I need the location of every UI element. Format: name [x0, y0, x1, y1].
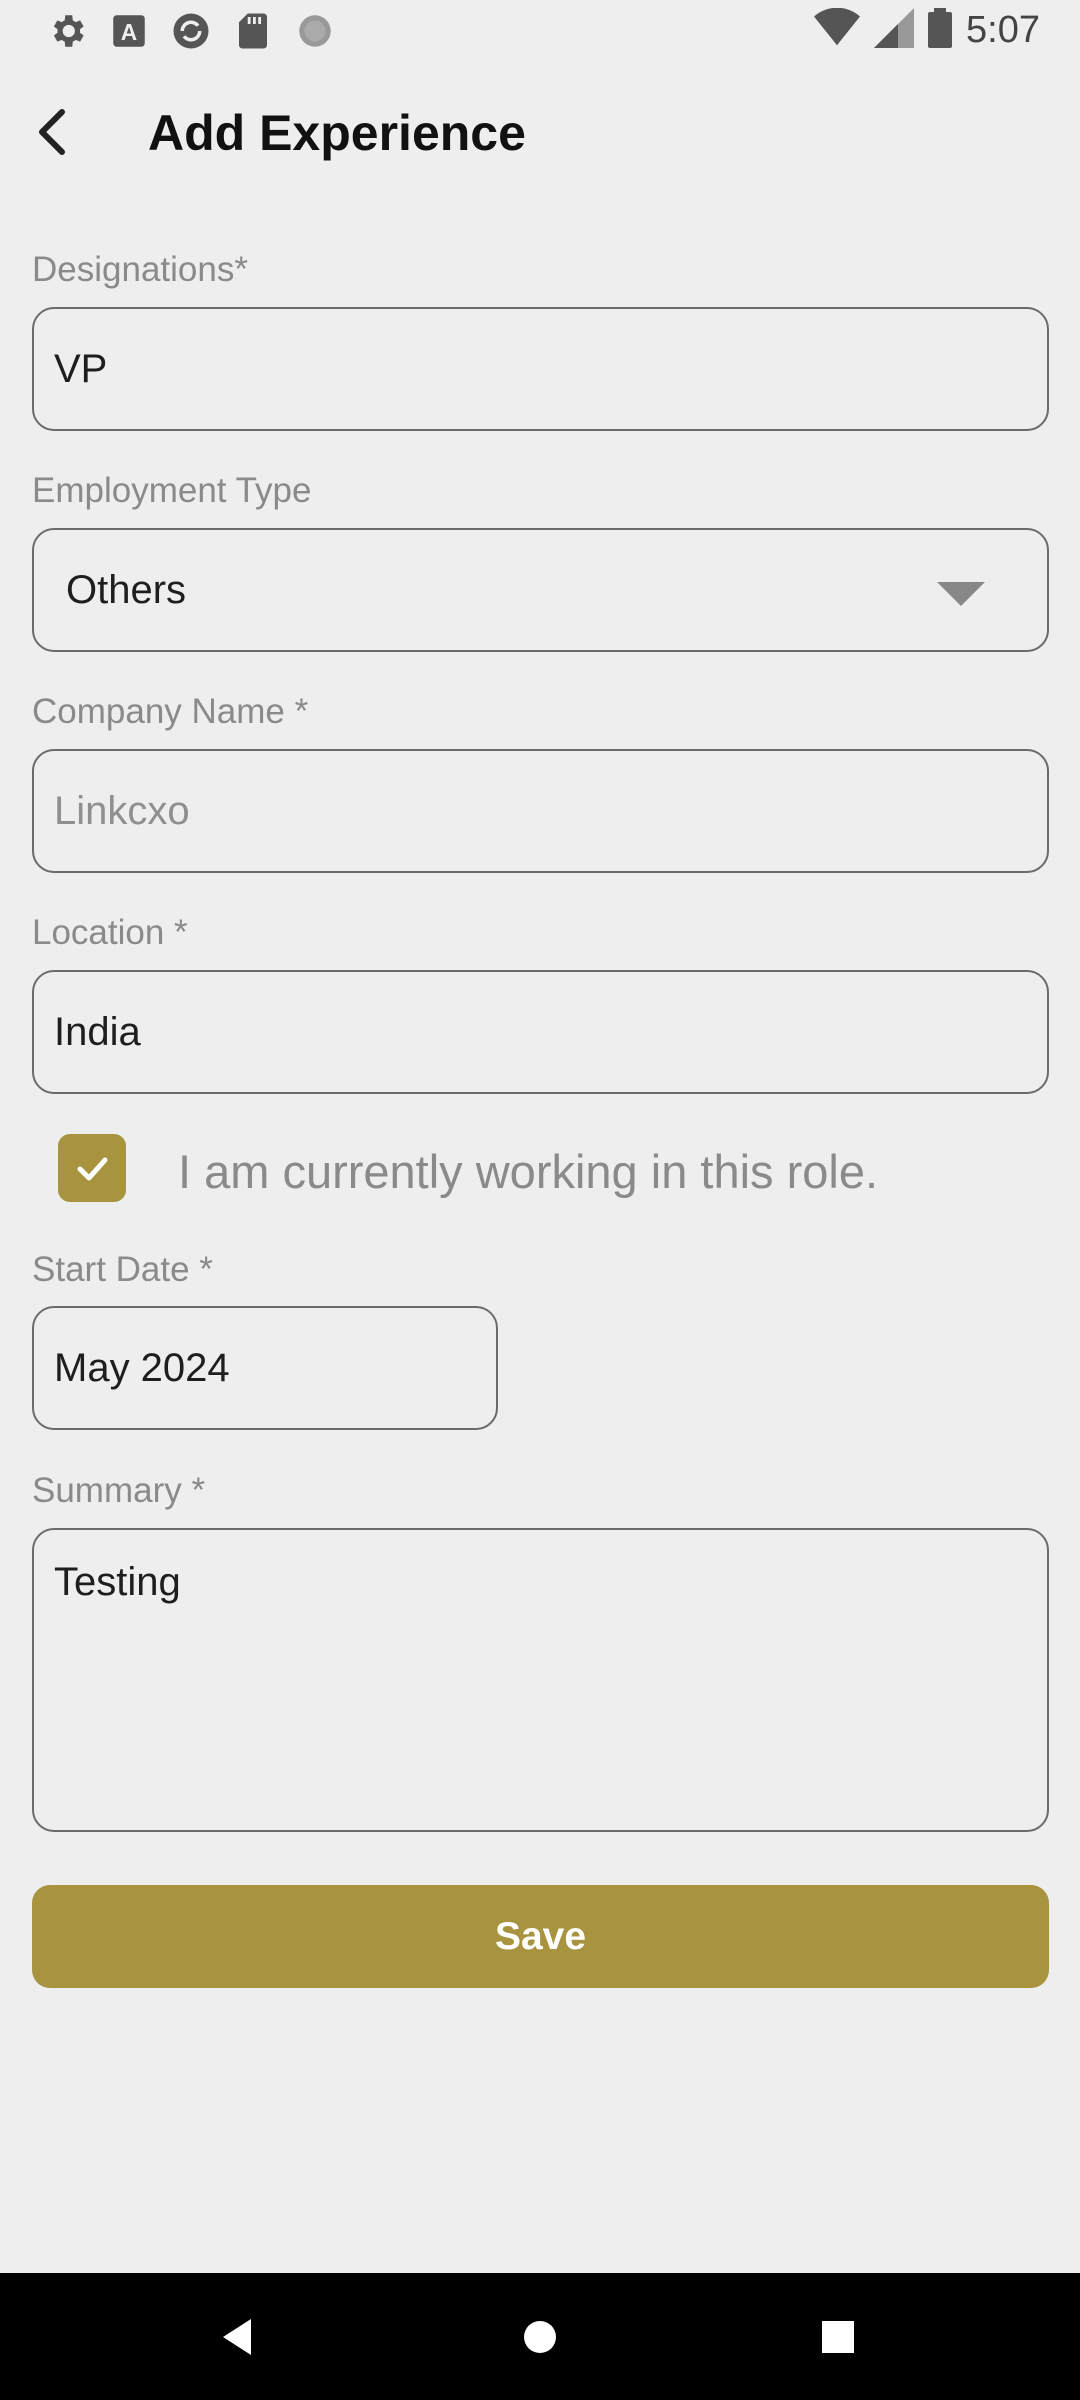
status-icons-right: 5:07	[814, 7, 1040, 53]
start-date-label: Start Date *	[32, 1250, 213, 1289]
currently-working-checkbox[interactable]	[58, 1134, 126, 1202]
nav-recents-icon[interactable]	[814, 2313, 862, 2361]
back-arrow-icon[interactable]	[20, 98, 90, 168]
signal-icon	[874, 8, 915, 53]
location-input[interactable]: India	[32, 970, 1049, 1094]
employment-type-label: Employment Type	[32, 471, 312, 510]
start-date-field[interactable]: May 2024	[32, 1306, 498, 1430]
svg-text:A: A	[121, 19, 137, 45]
sd-card-icon	[232, 10, 274, 52]
nav-back-icon[interactable]	[215, 2313, 263, 2361]
save-button[interactable]: Save	[32, 1885, 1049, 1988]
wifi-icon	[814, 7, 861, 53]
loading-icon	[294, 10, 336, 52]
location-label: Location *	[32, 913, 188, 952]
start-date-value: May 2024	[54, 1346, 230, 1390]
currently-working-label: I am currently working in this role.	[178, 1145, 879, 1198]
settings-icon	[46, 10, 88, 52]
system-nav-bar	[0, 2273, 1080, 2400]
check-icon	[77, 1157, 108, 1181]
status-time: 5:07	[966, 9, 1040, 51]
location-value: India	[54, 1010, 141, 1054]
company-name-input[interactable]: Linkcxo	[32, 749, 1049, 873]
sync-icon	[170, 10, 212, 52]
page-title: Add Experience	[148, 105, 526, 161]
save-button-label: Save	[494, 1915, 587, 1958]
nav-home-icon[interactable]	[516, 2313, 564, 2361]
battery-icon	[928, 8, 953, 53]
designation-value: VP	[54, 347, 108, 391]
status-icons-left: A	[46, 10, 336, 52]
app-bar: Add Experience	[0, 62, 1080, 202]
employment-type-value: Others	[66, 568, 187, 612]
summary-value: Testing	[54, 1560, 181, 1604]
dropdown-arrow-icon	[937, 582, 985, 606]
summary-label: Summary *	[32, 1471, 206, 1510]
summary-textarea[interactable]: Testing	[32, 1528, 1049, 1832]
employment-type-dropdown[interactable]: Others	[32, 528, 1049, 652]
company-name-label: Company Name *	[32, 692, 309, 731]
font-icon: A	[108, 10, 150, 52]
status-bar: A 5:07	[0, 0, 1080, 62]
company-name-placeholder: Linkcxo	[54, 789, 190, 833]
designation-input[interactable]: VP	[32, 307, 1049, 431]
designation-label: Designations*	[32, 250, 248, 289]
